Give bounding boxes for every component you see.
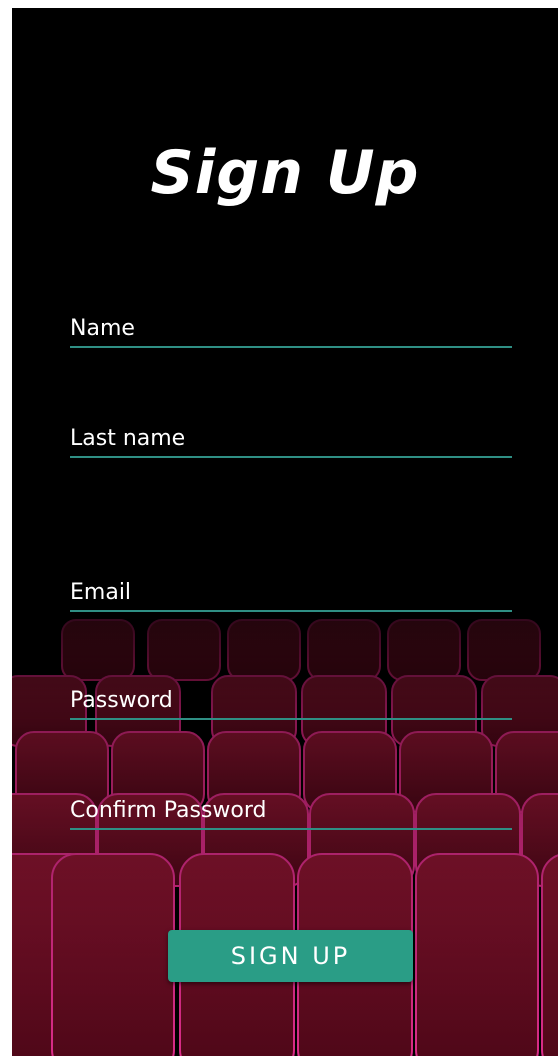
email-field-underline	[70, 610, 512, 612]
email-field[interactable]: Email	[70, 580, 512, 612]
name-field[interactable]: Name	[70, 316, 512, 348]
page-title: Sign Up	[150, 138, 420, 208]
password-field[interactable]: Password	[70, 688, 512, 720]
password-field-underline	[70, 718, 512, 720]
sign-up-button[interactable]: SIGN UP	[168, 930, 413, 982]
name-field-underline	[70, 346, 512, 348]
confirm-password-field[interactable]: Confirm Password	[70, 798, 512, 830]
last-name-field[interactable]: Last name	[70, 426, 512, 458]
sign-up-screen: Sign Up Name Last name Email Password Co…	[12, 8, 558, 1056]
last-name-field-underline	[70, 456, 512, 458]
confirm-password-field-underline	[70, 828, 512, 830]
